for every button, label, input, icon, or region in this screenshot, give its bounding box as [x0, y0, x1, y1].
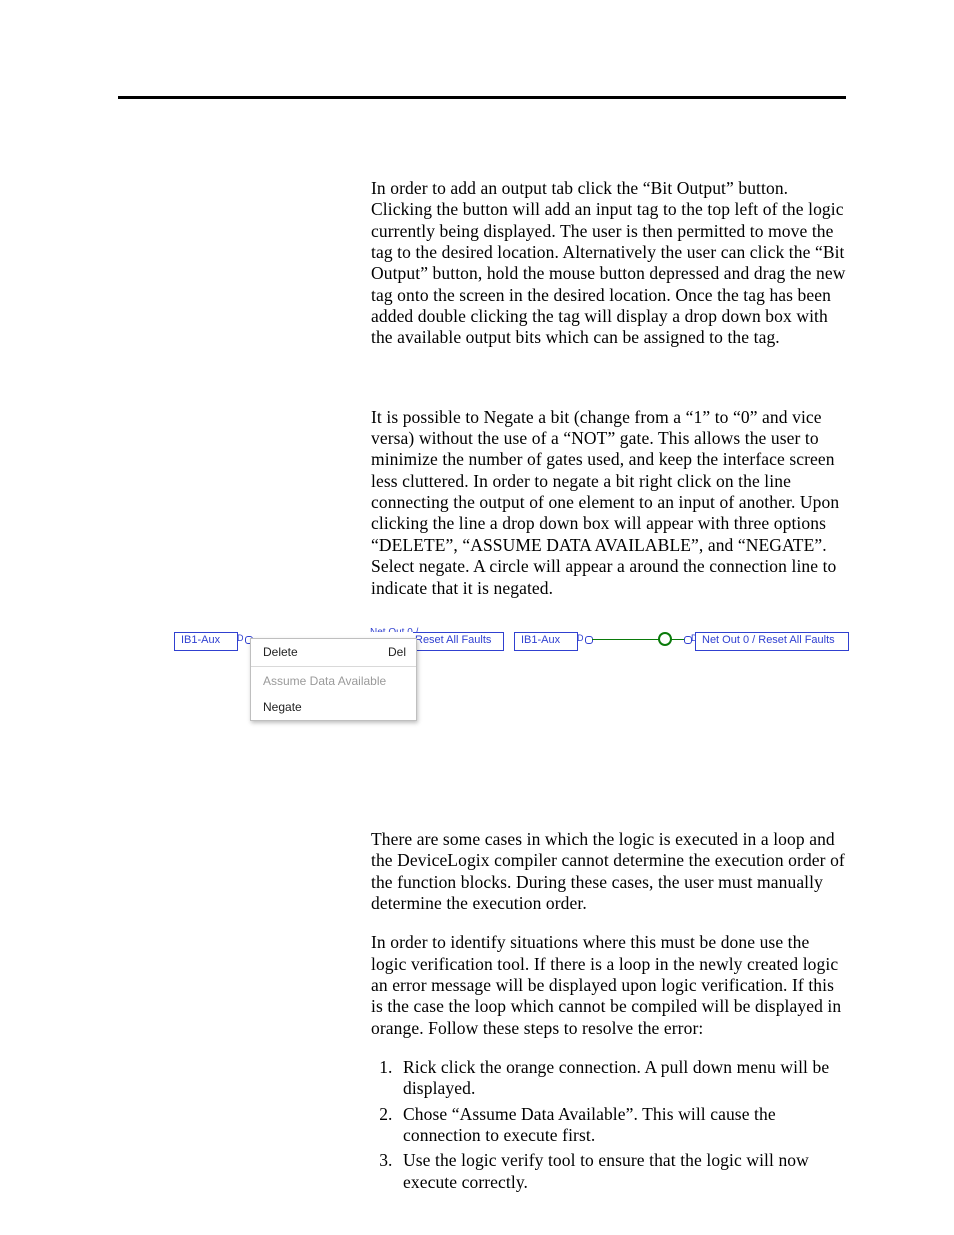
step-item: Rick click the orange connection. A pull…: [397, 1057, 846, 1100]
pin-source-right[interactable]: [585, 636, 593, 644]
menu-separator: [251, 666, 416, 667]
context-menu: Delete Del Assume Data Available Negate: [250, 638, 417, 721]
menu-item-label: Delete: [263, 645, 298, 659]
step-item: Chose “Assume Data Available”. This will…: [397, 1104, 846, 1147]
pin-letter-d: D: [237, 633, 244, 643]
paragraph-loop-intro: There are some cases in which the logic …: [371, 829, 846, 914]
tag-source-right[interactable]: IB1-Aux: [514, 632, 578, 651]
tag-source-left[interactable]: IB1-Aux: [174, 632, 238, 651]
menu-item-accel: Del: [388, 645, 406, 659]
tag-dest-right[interactable]: Net Out 0 / Reset All Faults: [695, 632, 849, 651]
menu-item-negate[interactable]: Negate: [251, 694, 416, 720]
negate-circle-icon: [658, 632, 672, 646]
menu-item-assume-data[interactable]: Assume Data Available: [251, 668, 416, 694]
steps-list: Rick click the orange connection. A pull…: [371, 1057, 846, 1193]
paragraph-negate-bit: It is possible to Negate a bit (change f…: [371, 407, 846, 599]
tag-dest-left-visible[interactable]: Reset All Faults: [413, 632, 504, 651]
step-item: Use the logic verify tool to ensure that…: [397, 1150, 846, 1193]
paragraph-output-tab: In order to add an output tab click the …: [371, 178, 846, 349]
negate-diagram: IB1-Aux D Net Out 0 / Reset All Faults D…: [174, 628, 846, 718]
menu-item-label: Negate: [263, 700, 302, 714]
header-rule: [118, 96, 846, 99]
menu-item-delete[interactable]: Delete Del: [251, 639, 416, 665]
tag-dest-left-partial: Net Out 0 /: [370, 627, 418, 638]
paragraph-loop-howto: In order to identify situations where th…: [371, 932, 846, 1039]
menu-item-label: Assume Data Available: [263, 674, 386, 688]
pin-letter-d: D: [577, 633, 584, 643]
